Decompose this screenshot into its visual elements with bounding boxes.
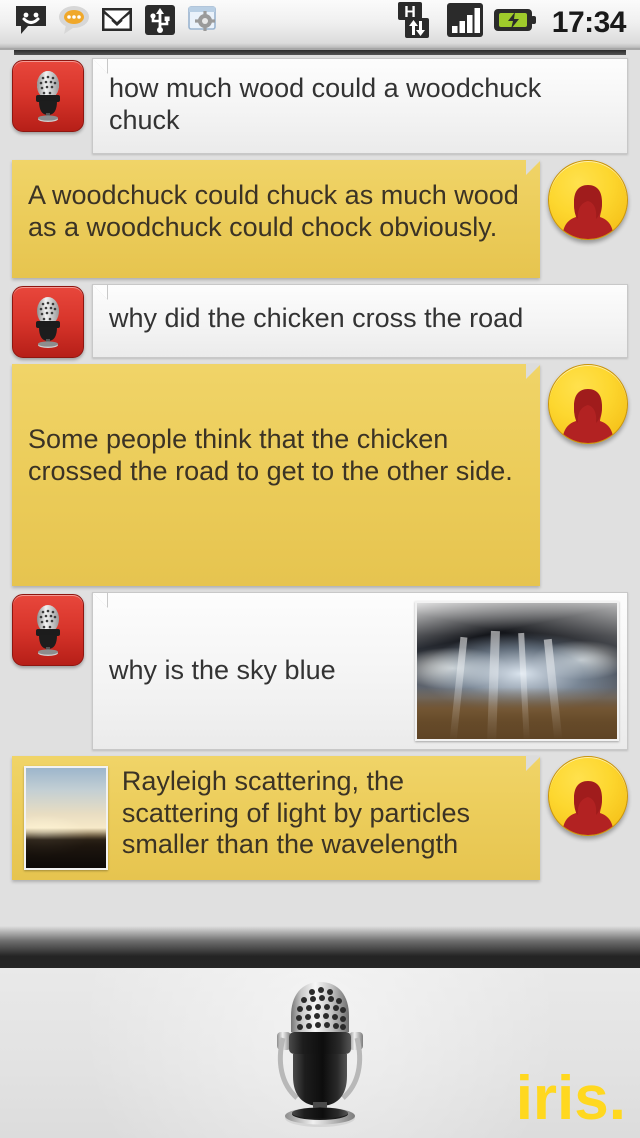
message-text: how much wood could a woodchuck chuck xyxy=(109,73,542,135)
message-bubble: Some people think that the chicken cross… xyxy=(12,363,541,586)
message-text: Some people think that the chicken cross… xyxy=(28,423,513,486)
sunset-beach-photo[interactable] xyxy=(24,765,108,870)
person-avatar-icon xyxy=(548,363,628,444)
microphone-avatar-icon xyxy=(12,285,84,358)
signal-strength-icon xyxy=(446,2,484,43)
message-row-user[interactable]: how much wood could a woodchuck chuck xyxy=(12,58,628,154)
footer-bar: iris. xyxy=(0,968,640,1138)
status-bar-clock: 17:34 xyxy=(551,5,627,39)
hspa-data-icon: H xyxy=(397,1,437,44)
message-row-user[interactable]: why did the chicken cross the road xyxy=(12,283,628,358)
microphone-avatar-icon xyxy=(12,60,84,132)
message-text: why did the chicken cross the road xyxy=(109,302,524,333)
message-bubble: A woodchuck could chuck as much wood as … xyxy=(12,159,541,278)
message-bubble: how much wood could a woodchuck chuck xyxy=(92,58,628,154)
app-root: H 17:34 how much wood could a woodchuck … xyxy=(0,0,640,1138)
status-bar: H 17:34 xyxy=(0,0,640,50)
message-bubble: why did the chicken cross the road xyxy=(92,283,628,358)
microphone-avatar-icon xyxy=(12,593,84,666)
usb-icon xyxy=(143,3,177,42)
settings-gear-icon xyxy=(186,3,220,42)
conversation-scroll-area[interactable]: how much wood could a woodchuck chuck A … xyxy=(0,50,640,968)
battery-charging-icon xyxy=(493,5,537,40)
message-text: Rayleigh scattering, the scattering of l… xyxy=(121,765,471,860)
message-bubble: Rayleigh scattering, the scattering of l… xyxy=(12,755,541,880)
message-list: how much wood could a woodchuck chuck A … xyxy=(0,50,640,880)
message-row-bot[interactable]: A woodchuck could chuck as much wood as … xyxy=(12,159,628,278)
person-avatar-icon xyxy=(548,159,628,240)
microphone-record-button[interactable] xyxy=(255,976,385,1128)
status-bar-left-icons xyxy=(14,3,220,42)
message-text: A woodchuck could chuck as much wood as … xyxy=(28,179,519,242)
chat-bubble-icon xyxy=(57,3,91,42)
status-bar-right-icons: H 17:34 xyxy=(397,1,627,44)
message-bubble: why is the sky blue xyxy=(92,591,628,750)
sms-messaging-icon xyxy=(14,3,48,42)
sun-rays-through-clouds-photo[interactable] xyxy=(415,600,619,741)
message-row-bot[interactable]: Rayleigh scattering, the scattering of l… xyxy=(12,755,628,880)
iris-logo: iris. xyxy=(515,1064,626,1133)
gmail-icon xyxy=(100,3,134,42)
person-avatar-icon xyxy=(548,755,628,836)
message-row-bot[interactable]: Some people think that the chicken cross… xyxy=(12,363,628,586)
message-row-user[interactable]: why is the sky blue xyxy=(12,591,628,750)
message-text: why is the sky blue xyxy=(109,654,336,685)
